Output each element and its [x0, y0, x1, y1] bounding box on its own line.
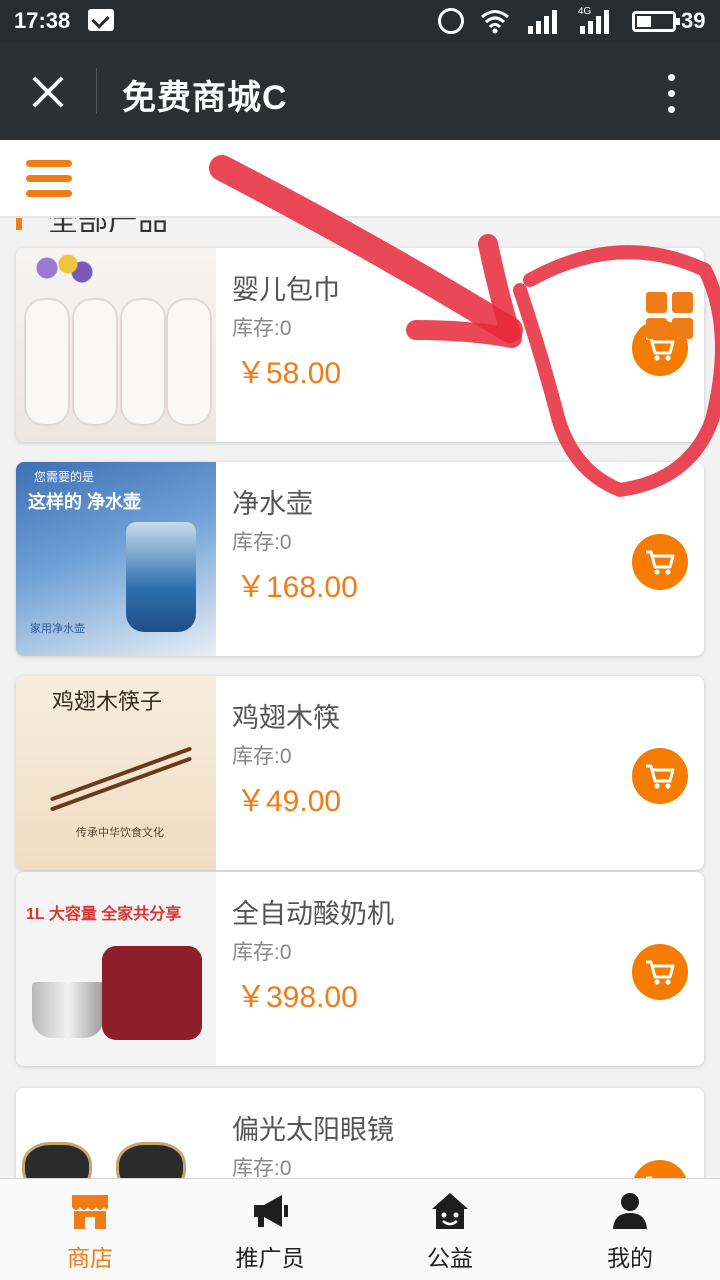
- nav-item-charity[interactable]: 公益: [360, 1179, 540, 1280]
- status-time: 17:38: [14, 8, 71, 33]
- image-caption: 这样的 净水壶: [28, 492, 142, 512]
- product-stock: 库存:0: [232, 531, 292, 554]
- nav-item-store[interactable]: 商店: [0, 1179, 180, 1280]
- add-to-cart-button[interactable]: [632, 534, 688, 590]
- product-card[interactable]: 偏光太阳眼镜 库存:0: [16, 1088, 704, 1178]
- product-name: 婴儿包巾: [232, 275, 340, 305]
- lens-graphic: [22, 1142, 92, 1178]
- wifi-icon: [481, 10, 509, 34]
- image-caption: 鸡翅木筷子: [52, 690, 163, 715]
- product-image-chopsticks: 鸡翅木筷子 传承中华饮食文化: [16, 676, 216, 870]
- nav-item-promoter[interactable]: 推广员: [180, 1179, 360, 1280]
- status-bar: 17:38 4G 39: [0, 0, 720, 42]
- cart-icon: [646, 764, 675, 789]
- more-options-icon[interactable]: [664, 72, 680, 116]
- product-price: ￥398.00: [236, 981, 358, 1014]
- battery-icon: [632, 11, 680, 32]
- product-stock: 库存:0: [232, 745, 292, 768]
- section-label: 全部产品: [48, 218, 168, 232]
- notification-message-icon: [88, 9, 114, 31]
- cart-icon: [646, 1176, 653, 1178]
- product-image-water-pitcher: 您需要的是 这样的 净水壶 家用净水壶: [16, 462, 216, 656]
- product-image-baby-towel: [16, 248, 216, 442]
- store-icon: [72, 1195, 108, 1229]
- product-card[interactable]: 鸡翅木筷子 传承中华饮食文化 鸡翅木筷 库存:0 ￥49.00: [16, 676, 704, 870]
- yogurt-machine-graphic: [102, 946, 202, 1040]
- cart-icon: [646, 960, 675, 985]
- product-price: ￥49.00: [236, 785, 342, 818]
- chopstick-graphic: [49, 756, 193, 812]
- bottom-navigation: 商店 推广员 公益 我的: [0, 1178, 720, 1280]
- product-name: 全自动酸奶机: [232, 899, 394, 929]
- product-stock: 库存:0: [232, 317, 292, 340]
- product-card[interactable]: 您需要的是 这样的 净水壶 家用净水壶 净水壶 库存:0 ￥168.00: [16, 462, 704, 656]
- signal-icon: [528, 10, 557, 34]
- product-name: 偏光太阳眼镜: [232, 1115, 394, 1145]
- product-image-sunglasses: [16, 1088, 216, 1178]
- signal-4g-icon: [580, 10, 609, 34]
- product-stock: 库存:0: [232, 1157, 292, 1178]
- product-stock: 库存:0: [232, 941, 292, 964]
- title-divider: [96, 68, 97, 114]
- add-to-cart-button[interactable]: [632, 1160, 688, 1178]
- nav-label: 推广员: [235, 1245, 305, 1271]
- battery-level: 39: [681, 8, 706, 33]
- product-image-yogurt-maker: 1L 大容量 全家共分享: [16, 872, 216, 1066]
- product-card[interactable]: 婴儿包巾 库存:0 ￥58.00: [16, 248, 704, 442]
- product-price: ￥58.00: [236, 357, 342, 390]
- image-caption: 您需要的是: [34, 470, 95, 484]
- nav-item-mine[interactable]: 我的: [540, 1179, 720, 1280]
- user-icon: [613, 1193, 647, 1229]
- section-heading: 全部产品: [0, 218, 720, 232]
- pitcher-graphic: [126, 522, 196, 632]
- shop-toolbar: [0, 140, 720, 339]
- nav-label: 我的: [607, 1245, 653, 1271]
- product-price: ￥168.00: [236, 571, 358, 604]
- product-name: 鸡翅木筷: [232, 703, 340, 733]
- lens-graphic: [116, 1142, 186, 1178]
- add-to-cart-button[interactable]: [632, 944, 688, 1000]
- cart-icon: [646, 550, 675, 575]
- megaphone-icon: [254, 1195, 288, 1227]
- chopstick-graphic: [49, 746, 193, 802]
- title-bar: 免费商城C: [0, 42, 720, 140]
- image-caption: 传承中华饮食文化: [76, 827, 164, 839]
- nav-label: 公益: [427, 1245, 473, 1271]
- page-title: 免费商城C: [122, 79, 288, 117]
- menu-icon[interactable]: [26, 158, 74, 198]
- section-accent-bar: [16, 218, 22, 230]
- flower-decoration: [26, 248, 96, 288]
- inner-pot-graphic: [32, 982, 104, 1038]
- grid-view-icon[interactable]: [646, 292, 694, 340]
- product-card[interactable]: 1L 大容量 全家共分享 全自动酸奶机 库存:0 ￥398.00: [16, 872, 704, 1066]
- nav-label: 商店: [67, 1245, 113, 1271]
- image-caption: 家用净水壶: [30, 623, 85, 635]
- close-icon[interactable]: [28, 72, 68, 112]
- alarm-icon: [438, 8, 464, 34]
- product-name: 净水壶: [232, 489, 313, 519]
- product-list: 婴儿包巾 库存:0 ￥58.00 您需要的是 这样的 净水壶 家用净水壶 净水壶…: [0, 232, 720, 1178]
- charity-house-icon: [432, 1193, 468, 1229]
- add-to-cart-button[interactable]: [632, 748, 688, 804]
- image-caption: 1L 大容量 全家共分享: [26, 906, 182, 923]
